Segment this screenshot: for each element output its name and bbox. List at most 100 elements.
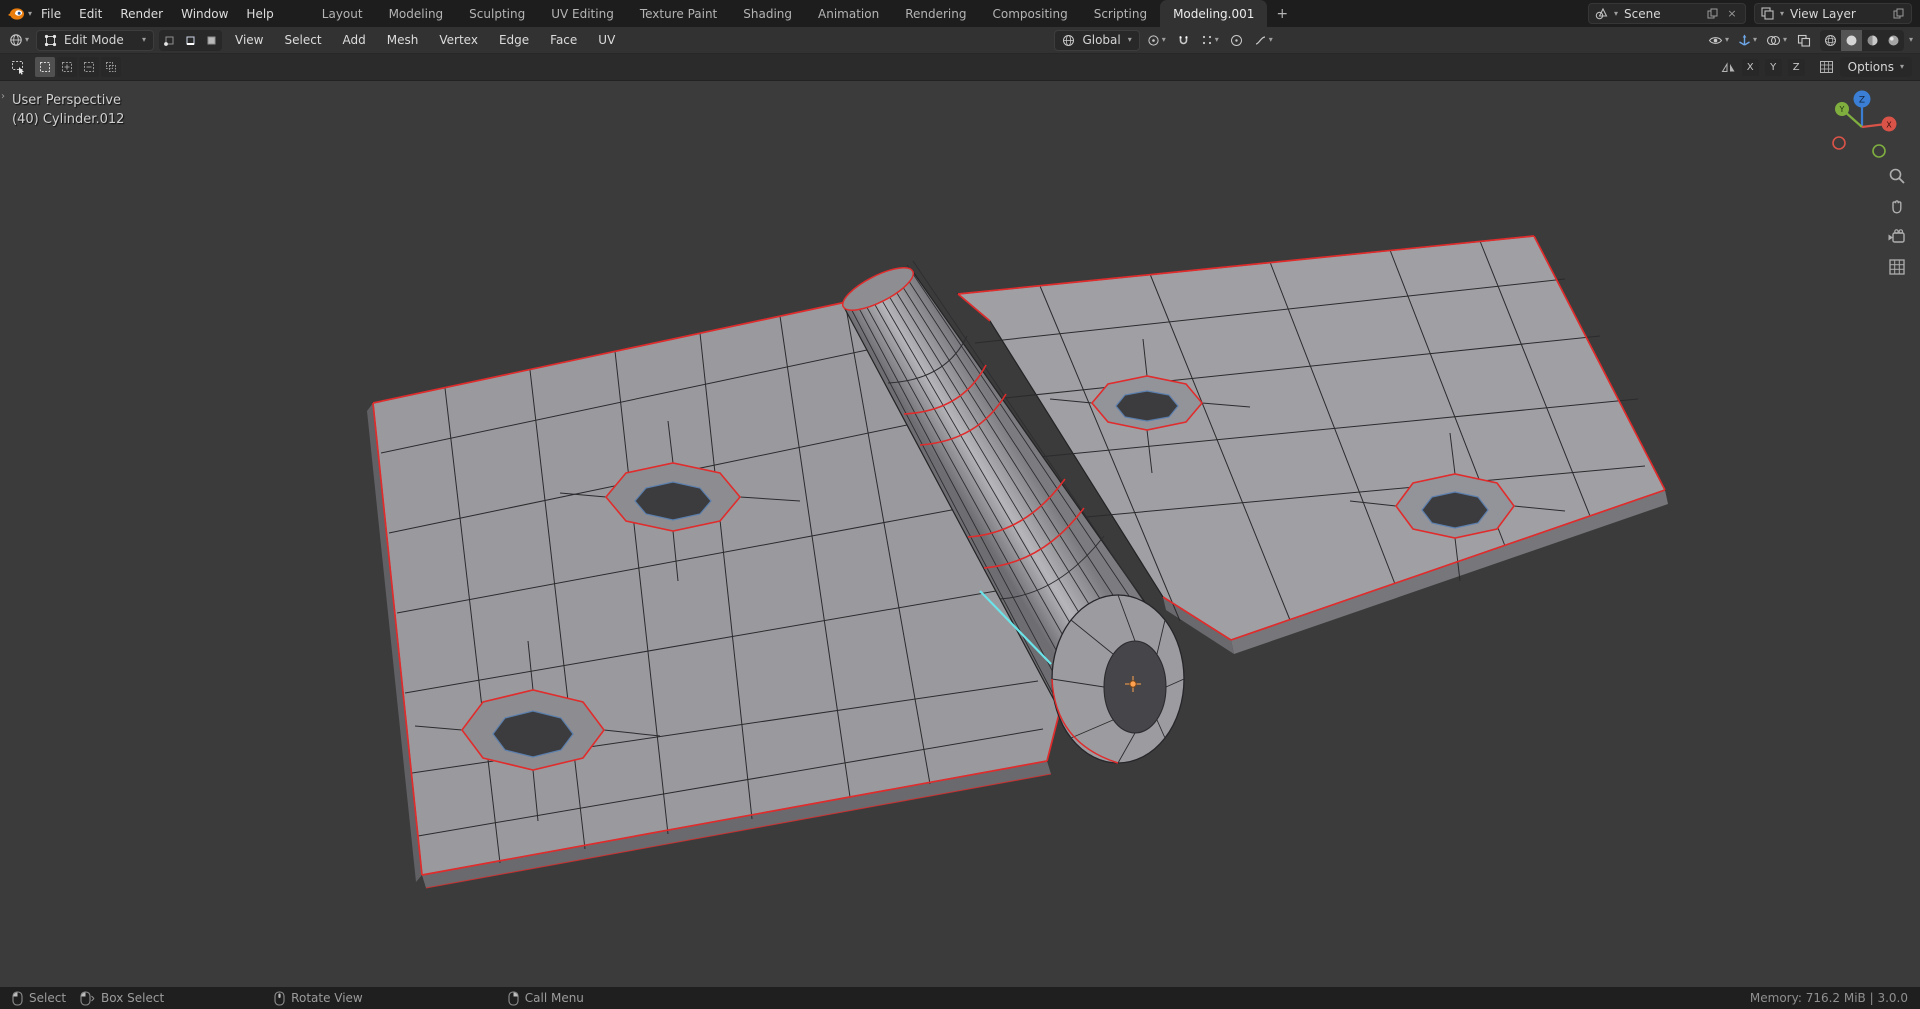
navigation-gizmo[interactable]: Z Y X [1820, 85, 1904, 169]
view-layer-selector[interactable]: ▾ View Layer [1754, 3, 1912, 24]
menu-render[interactable]: Render [111, 3, 172, 25]
menu-window[interactable]: Window [172, 3, 237, 25]
vertex-select-button[interactable] [159, 29, 181, 51]
viewport-canvas[interactable] [0, 81, 1920, 987]
rendered-sphere-icon [1888, 35, 1899, 45]
shading-material-button[interactable] [1862, 30, 1883, 51]
shading-solid-button[interactable] [1840, 29, 1862, 51]
object-visibility-button[interactable]: ▾ [1706, 30, 1731, 51]
orthographic-grid-icon[interactable] [1888, 258, 1906, 276]
tab-uv-editing[interactable]: UV Editing [538, 0, 627, 27]
menu-uv[interactable]: UV [590, 29, 623, 51]
menu-mesh[interactable]: Mesh [379, 29, 427, 51]
menu-help[interactable]: Help [237, 3, 282, 25]
zoom-icon[interactable] [1888, 167, 1906, 185]
edge-select-button[interactable] [180, 29, 202, 51]
scene-name[interactable]: Scene [1624, 7, 1699, 21]
gizmo-axis-z[interactable]: Z [1853, 90, 1871, 108]
xray-toggle-button[interactable] [1794, 30, 1815, 51]
menu-view[interactable]: View [227, 29, 271, 51]
tab-shading[interactable]: Shading [730, 0, 805, 27]
select-extend-icon [62, 62, 72, 72]
mouse-right-icon [508, 990, 519, 1006]
mouse-middle-icon [274, 990, 285, 1006]
menu-add[interactable]: Add [335, 29, 374, 51]
scene-selector[interactable]: ▾ Scene × [1588, 3, 1746, 24]
tab-animation[interactable]: Animation [805, 0, 892, 27]
gizmo-axis-y-negative[interactable] [1872, 144, 1886, 158]
mirror-x-button[interactable]: X [1741, 58, 1759, 76]
menu-select[interactable]: Select [277, 29, 330, 51]
tab-compositing[interactable]: Compositing [979, 0, 1080, 27]
viewport-3d[interactable]: › User Perspective (40) Cylinder.012 Z Y… [0, 81, 1920, 987]
chevron-down-icon: ▾ [1127, 35, 1132, 44]
face-select-button[interactable] [201, 29, 223, 51]
menu-file[interactable]: File [32, 3, 70, 25]
tab-rendering[interactable]: Rendering [892, 0, 979, 27]
tab-layout[interactable]: Layout [309, 0, 376, 27]
svg-text:X: X [1886, 120, 1892, 129]
active-tool-button[interactable] [8, 57, 29, 78]
snap-toggle-button[interactable] [1173, 30, 1194, 51]
new-scene-icon[interactable] [1705, 7, 1719, 21]
view-layer-name[interactable]: View Layer [1790, 7, 1885, 21]
topbar: ▾ File Edit Render Window Help Layout Mo… [0, 0, 1920, 27]
orientation-label: Global [1082, 33, 1121, 47]
editor-type-button[interactable]: ▾ [7, 30, 31, 51]
tab-sculpting[interactable]: Sculpting [456, 0, 538, 27]
editor-3d-viewport-icon [10, 34, 22, 46]
show-gizmo-button[interactable]: ▾ [1736, 30, 1759, 51]
select-intersect-button[interactable] [101, 57, 121, 77]
material-sphere-icon [1867, 35, 1878, 45]
select-extend-button[interactable] [57, 57, 77, 77]
menu-edit[interactable]: Edit [70, 3, 111, 25]
hint-select: Select [12, 990, 66, 1006]
gizmo-axis-y[interactable]: Y [1835, 102, 1849, 116]
mirror-z-button[interactable]: Z [1787, 58, 1805, 76]
tool-settings-bar: X Y Z Options ▾ [0, 54, 1920, 81]
unlink-scene-icon[interactable]: × [1725, 7, 1739, 21]
proportional-falloff-button[interactable]: ▾ [1252, 30, 1275, 51]
show-overlays-button[interactable]: ▾ [1764, 30, 1789, 51]
snap-settings-button[interactable]: ▾ [1199, 30, 1221, 51]
toolbar-expand-arrow[interactable]: › [1, 91, 5, 102]
select-subtract-button[interactable] [79, 57, 99, 77]
shading-wireframe-button[interactable] [1820, 30, 1841, 51]
camera-view-icon[interactable] [1887, 229, 1906, 245]
mode-selector[interactable]: Edit Mode ▾ [36, 29, 155, 51]
menu-vertex[interactable]: Vertex [431, 29, 486, 51]
pivot-point-button[interactable]: ▾ [1145, 30, 1168, 51]
gizmo-axis-x[interactable]: X [1881, 116, 1897, 132]
add-workspace-button[interactable]: + [1267, 0, 1297, 27]
select-set-icon [40, 62, 50, 72]
pivot-point-icon [1148, 34, 1159, 46]
tool-options-dropdown[interactable]: Options ▾ [1839, 57, 1912, 77]
tab-scripting[interactable]: Scripting [1081, 0, 1160, 27]
new-view-layer-icon[interactable] [1891, 7, 1905, 21]
tab-texture-paint[interactable]: Texture Paint [627, 0, 730, 27]
hint-rotate-view: Rotate View [274, 990, 363, 1006]
wireframe-sphere-icon [1824, 34, 1836, 46]
mouse-left-icon [12, 990, 23, 1006]
copy-icon [1707, 8, 1717, 19]
active-object-label: (40) Cylinder.012 [12, 112, 125, 127]
select-set-button[interactable] [35, 57, 55, 77]
tab-modeling-001[interactable]: Modeling.001 [1160, 0, 1268, 27]
chevron-down-icon[interactable]: ▾ [1780, 9, 1784, 18]
chevron-down-icon[interactable]: ▾ [1614, 9, 1618, 18]
snap-base-icon[interactable] [1819, 60, 1834, 74]
shading-settings-chevron-icon[interactable]: ▾ [1909, 36, 1913, 44]
blender-logo-icon[interactable] [6, 4, 26, 24]
proportional-editing-button[interactable] [1226, 30, 1247, 51]
pan-hand-icon[interactable] [1888, 198, 1906, 216]
shading-rendered-button[interactable] [1883, 30, 1904, 51]
menu-face[interactable]: Face [542, 29, 585, 51]
tab-modeling[interactable]: Modeling [376, 0, 457, 27]
mirror-y-button[interactable]: Y [1764, 58, 1782, 76]
transform-orientation-selector[interactable]: Global ▾ [1054, 29, 1140, 51]
menu-edge[interactable]: Edge [491, 29, 537, 51]
face-select-icon [207, 36, 216, 44]
mirror-icon [1721, 61, 1735, 72]
orientation-globe-icon [1063, 34, 1075, 46]
gizmo-axis-x-negative[interactable] [1832, 136, 1846, 150]
